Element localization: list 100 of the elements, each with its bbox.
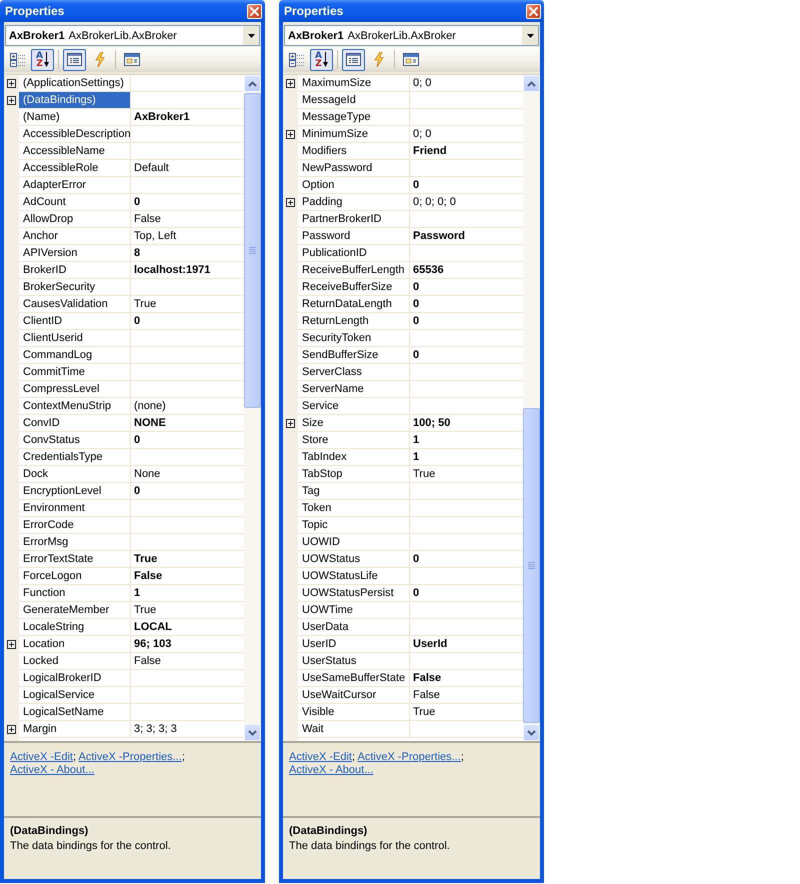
command-link[interactable]: ActiveX - About... [10, 764, 94, 776]
property-name[interactable]: AllowDrop [19, 211, 131, 228]
command-link[interactable]: ActiveX -Properties... [357, 751, 461, 763]
property-name[interactable]: ErrorTextState [19, 551, 131, 568]
property-name[interactable]: ReturnDataLength [298, 296, 410, 313]
property-name[interactable]: Locked [19, 653, 131, 670]
property-name[interactable]: UserData [298, 619, 410, 636]
property-name[interactable]: PartnerBrokerID [298, 211, 410, 228]
property-name[interactable]: PublicationID [298, 245, 410, 262]
property-name[interactable]: CommitTime [19, 364, 131, 381]
property-name[interactable]: Tag [298, 483, 410, 500]
property-name[interactable]: Environment [19, 500, 131, 517]
property-name[interactable]: Store [298, 432, 410, 449]
scrollbar-thumb[interactable] [523, 408, 540, 723]
property-name[interactable]: Token [298, 500, 410, 517]
property-name[interactable]: Size [298, 415, 410, 432]
property-name[interactable]: CredentialsType [19, 449, 131, 466]
property-name[interactable]: Password [298, 228, 410, 245]
property-name[interactable]: (DataBindings) [19, 92, 131, 109]
property-name[interactable]: AccessibleRole [19, 160, 131, 177]
property-name[interactable]: Modifiers [298, 143, 410, 160]
object-selector[interactable]: AxBroker1 AxBrokerLib.AxBroker [5, 25, 260, 46]
property-name[interactable]: Dock [19, 466, 131, 483]
property-name[interactable]: UOWStatusLife [298, 568, 410, 585]
property-name[interactable]: UOWStatusPersist [298, 585, 410, 602]
property-name[interactable]: ClientUserid [19, 330, 131, 347]
property-name[interactable]: SendBufferSize [298, 347, 410, 364]
property-name[interactable]: CompressLevel [19, 381, 131, 398]
property-name[interactable]: BrokerID [19, 262, 131, 279]
command-link[interactable]: ActiveX -Edit [10, 751, 73, 763]
expand-icon[interactable] [286, 198, 295, 207]
expand-icon[interactable] [286, 130, 295, 139]
expand-icon[interactable] [286, 419, 295, 428]
property-name[interactable]: CommandLog [19, 347, 131, 364]
property-name[interactable]: Topic [298, 517, 410, 534]
property-name[interactable]: LogicalService [19, 687, 131, 704]
dropdown-button[interactable] [243, 26, 259, 45]
property-name[interactable]: UserStatus [298, 653, 410, 670]
property-name[interactable]: ConvStatus [19, 432, 131, 449]
property-name[interactable]: ServerName [298, 381, 410, 398]
property-name[interactable]: EncryptionLevel [19, 483, 131, 500]
expand-icon[interactable] [286, 79, 295, 88]
scroll-up-button[interactable] [523, 75, 540, 92]
scrollbar[interactable] [523, 75, 540, 741]
property-name[interactable]: Anchor [19, 228, 131, 245]
property-name[interactable]: MessageId [298, 92, 410, 109]
property-name[interactable]: UseWaitCursor [298, 687, 410, 704]
scroll-down-button[interactable] [244, 724, 261, 741]
property-name[interactable]: ErrorMsg [19, 534, 131, 551]
expand-icon[interactable] [7, 725, 16, 734]
expand-icon[interactable] [7, 640, 16, 649]
property-name[interactable]: LogicalBrokerID [19, 670, 131, 687]
property-name[interactable]: ReturnLength [298, 313, 410, 330]
scrollbar[interactable] [244, 75, 261, 741]
property-name[interactable]: CausesValidation [19, 296, 131, 313]
command-link[interactable]: ActiveX - About... [289, 764, 374, 776]
property-name[interactable]: ReceiveBufferLength [298, 262, 410, 279]
property-name[interactable]: NewPassword [298, 160, 410, 177]
property-name[interactable]: SecurityToken [298, 330, 410, 347]
property-name[interactable]: MinimumSize [298, 126, 410, 143]
properties-button[interactable] [63, 48, 86, 70]
dropdown-button[interactable] [522, 26, 538, 45]
property-name[interactable]: AccessibleName [19, 143, 131, 160]
property-name[interactable]: Location [19, 636, 131, 653]
command-link[interactable]: ActiveX -Properties... [78, 751, 182, 763]
property-name[interactable]: LogicalSetName [19, 704, 131, 721]
property-name[interactable]: AdapterError [19, 177, 131, 194]
property-name[interactable]: (Name) [19, 109, 131, 126]
command-link[interactable]: ActiveX -Edit [289, 751, 352, 763]
property-name[interactable]: UOWTime [298, 602, 410, 619]
property-name[interactable]: ContextMenuStrip [19, 398, 131, 415]
property-name[interactable]: Padding [298, 194, 410, 211]
property-name[interactable]: ForceLogon [19, 568, 131, 585]
property-name[interactable]: Option [298, 177, 410, 194]
property-name[interactable]: AdCount [19, 194, 131, 211]
property-name[interactable]: Wait [298, 721, 410, 738]
property-name[interactable]: Margin [19, 721, 131, 738]
property-name[interactable]: UOWStatus [298, 551, 410, 568]
expand-icon[interactable] [7, 96, 16, 105]
close-button[interactable] [526, 4, 541, 18]
alphabetical-button[interactable]: A Z [310, 48, 333, 70]
property-name[interactable]: UOWID [298, 534, 410, 551]
property-name[interactable]: ReceiveBufferSize [298, 279, 410, 296]
alphabetical-button[interactable]: A Z [31, 48, 54, 70]
property-name[interactable]: TabIndex [298, 449, 410, 466]
property-name[interactable]: TabStop [298, 466, 410, 483]
property-name[interactable]: UserID [298, 636, 410, 653]
properties-button[interactable] [342, 48, 365, 70]
property-name[interactable]: Function [19, 585, 131, 602]
property-name[interactable]: UseSameBufferState [298, 670, 410, 687]
property-name[interactable]: Visible [298, 704, 410, 721]
property-name[interactable]: AccessibleDescription [19, 126, 131, 143]
property-name[interactable]: MessageType [298, 109, 410, 126]
property-name[interactable]: ConvID [19, 415, 131, 432]
object-selector[interactable]: AxBroker1 AxBrokerLib.AxBroker [284, 25, 539, 46]
property-name[interactable]: APIVersion [19, 245, 131, 262]
close-button[interactable] [247, 4, 262, 18]
scroll-down-button[interactable] [523, 724, 540, 741]
scrollbar-thumb[interactable] [244, 93, 261, 408]
property-name[interactable]: GenerateMember [19, 602, 131, 619]
